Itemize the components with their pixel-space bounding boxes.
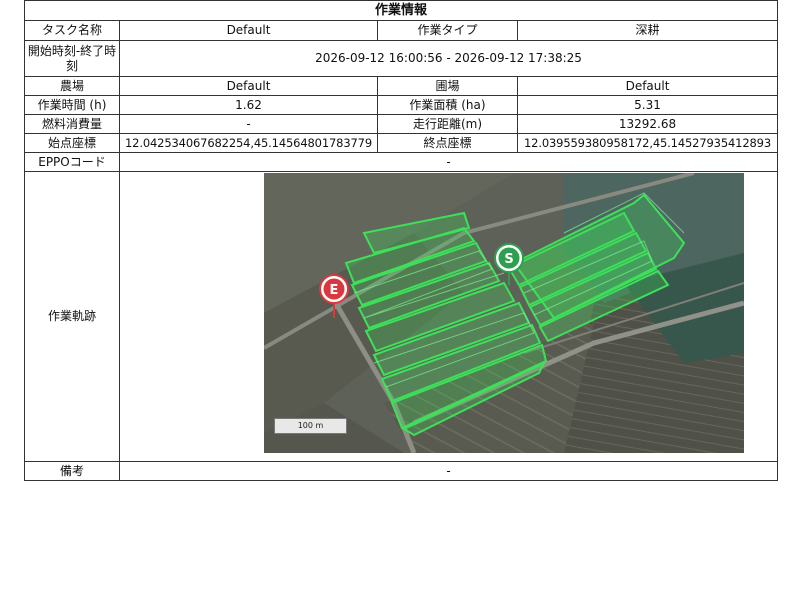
map-scale-bar: 100 m <box>274 418 347 434</box>
distance-label: 走行距離(m) <box>377 114 518 134</box>
task-name-value: Default <box>119 20 378 41</box>
work-info-table: 作業情報 タスク名称 Default 作業タイプ 深耕 開始時刻-終了時刻 20… <box>23 0 779 481</box>
time-range-label: 開始時刻-終了時刻 <box>24 40 120 77</box>
work-area-label: 作業面積 (ha) <box>377 95 518 115</box>
start-coord-value: 12.042534067682254,45.14564801783779 <box>119 133 378 153</box>
eppo-label: EPPOコード <box>24 152 120 172</box>
track-map-cell: E S 100 m <box>118 171 779 462</box>
farm-value: Default <box>119 76 378 96</box>
start-marker-label: S <box>504 252 513 267</box>
work-type-label: 作業タイプ <box>377 20 518 41</box>
track-label: 作業軌跡 <box>24 171 120 462</box>
remarks-label: 備考 <box>24 461 120 481</box>
report-title: 作業情報 <box>23 0 779 21</box>
fuel-label: 燃料消費量 <box>24 114 120 134</box>
work-hours-label: 作業時間 (h) <box>24 95 120 115</box>
field-label: 圃場 <box>377 76 518 96</box>
work-area-value: 5.31 <box>516 95 779 115</box>
work-hours-value: 1.62 <box>119 95 378 115</box>
satellite-map-image: E S <box>264 173 744 453</box>
end-coord-label: 終点座標 <box>377 133 518 153</box>
time-range-value: 2026-09-12 16:00:56 - 2026-09-12 17:38:2… <box>118 40 779 77</box>
eppo-value: - <box>118 152 779 172</box>
end-coord-value: 12.039559380958172,45.14527935412893 <box>516 133 779 153</box>
remarks-value: - <box>118 461 779 481</box>
task-name-label: タスク名称 <box>24 20 120 41</box>
fuel-value: - <box>119 114 378 134</box>
farm-label: 農場 <box>24 76 120 96</box>
end-marker-label: E <box>330 283 339 298</box>
track-map: E S 100 m <box>264 173 744 453</box>
start-coord-label: 始点座標 <box>24 133 120 153</box>
distance-value: 13292.68 <box>516 114 779 134</box>
field-value: Default <box>516 76 779 96</box>
work-type-value: 深耕 <box>516 20 779 41</box>
